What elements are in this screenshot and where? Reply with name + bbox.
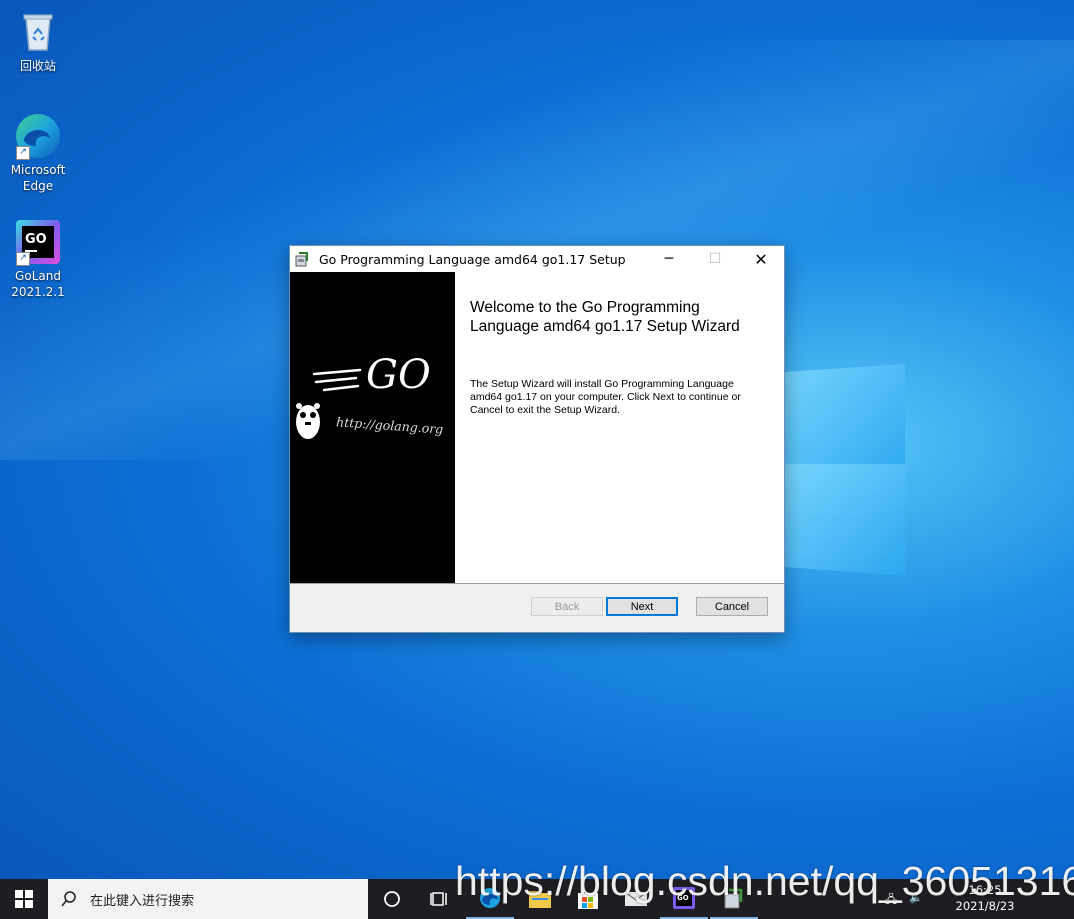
wallpaper-windows-logo <box>785 346 910 576</box>
svg-text:GO: GO <box>25 232 47 247</box>
shortcut-arrow-icon: ↗ <box>16 146 30 160</box>
window-titlebar[interactable]: Go Programming Language amd64 go1.17 Set… <box>290 246 784 272</box>
maximize-button: ☐ <box>708 251 722 267</box>
edge-icon: ↗ <box>14 112 62 160</box>
goland-icon: GO ↗ <box>14 218 62 266</box>
wizard-heading: Welcome to the Go Programming Language a… <box>470 299 740 335</box>
go-banner-image: GO http://golang.org <box>290 272 455 583</box>
shortcut-arrow-icon: ↗ <box>16 252 30 266</box>
go-logo-text: GO <box>366 352 431 398</box>
watermark-text: https://blog.csdn.net/qq_36051316 <box>455 858 1074 904</box>
desktop-icon-edge[interactable]: ↗ Microsoft Edge <box>0 112 76 194</box>
start-button[interactable] <box>0 879 48 919</box>
cancel-button[interactable]: Cancel <box>696 597 768 616</box>
desktop-icon-label: GoLand 2021.2.1 <box>11 269 65 299</box>
wizard-description: The Setup Wizard will install Go Program… <box>470 378 741 416</box>
back-button: Back <box>531 597 603 616</box>
setup-wizard-window: Go Programming Language amd64 go1.17 Set… <box>289 245 785 633</box>
window-title: Go Programming Language amd64 go1.17 Set… <box>319 251 626 267</box>
button-separator <box>290 583 784 584</box>
gopher-icon <box>296 403 320 439</box>
desktop-icon-label: 回收站 <box>19 59 56 73</box>
search-placeholder: 在此键入进行搜索 <box>90 893 195 909</box>
minimize-button[interactable]: ─ <box>646 246 692 272</box>
taskbar-search-box[interactable]: 在此键入进行搜索 <box>48 879 368 919</box>
desktop-icon-label: Microsoft Edge <box>10 163 66 193</box>
installer-icon <box>295 251 311 267</box>
golang-url-text: http://golang.org <box>336 414 444 436</box>
search-icon <box>61 891 76 907</box>
windows-start-icon <box>15 890 33 908</box>
recycle-bin-icon <box>14 8 62 56</box>
wizard-content: GO http://golang.org Welcome to the Go P… <box>290 272 784 583</box>
desktop-icon-goland[interactable]: GO ↗ GoLand 2021.2.1 <box>0 218 76 300</box>
close-button[interactable]: ✕ <box>738 246 784 272</box>
next-button[interactable]: Next <box>606 597 678 616</box>
cortana-icon[interactable] <box>368 879 416 919</box>
desktop-icon-recycle-bin[interactable]: 回收站 <box>0 8 76 74</box>
